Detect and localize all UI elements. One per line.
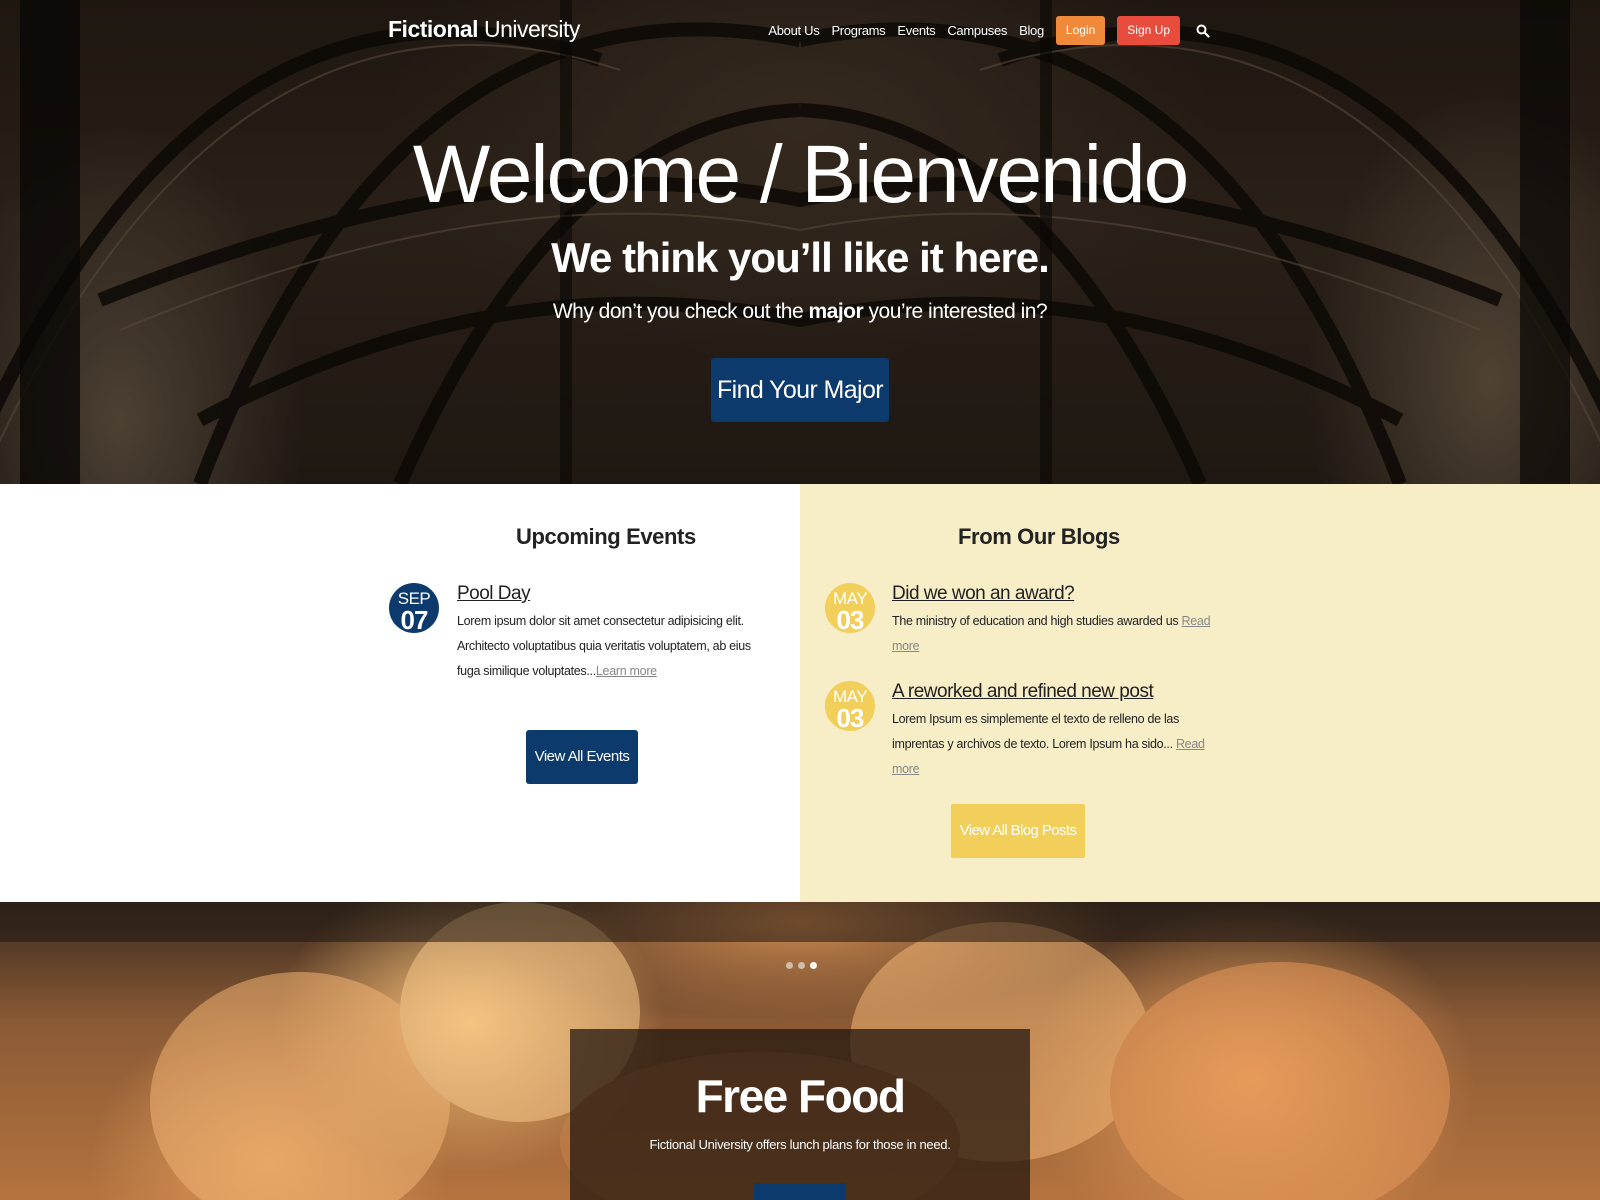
site-logo[interactable]: Fictional University <box>388 16 580 43</box>
blog-excerpt: The ministry of education and high studi… <box>892 609 1212 659</box>
blog-excerpt-text: The ministry of education and high studi… <box>892 614 1182 628</box>
logo-light-text: University <box>483 16 580 42</box>
blogs-section: From Our Blogs MAY 03 Did we won an awar… <box>800 484 1600 902</box>
view-all-blog-posts-button[interactable]: View All Blog Posts <box>951 804 1085 858</box>
main-navigation: About Us Programs Events Campuses Blog L… <box>768 16 1210 45</box>
event-day: 07 <box>400 605 429 635</box>
blog-day: 03 <box>836 703 865 733</box>
event-excerpt: Lorem ipsum dolor sit amet consectetur a… <box>457 609 767 684</box>
events-heading: Upcoming Events <box>516 524 696 549</box>
site-header: Fictional University About Us Programs E… <box>0 0 1600 60</box>
hero-text-before: Why don’t you check out the <box>552 300 809 323</box>
logo-bold-text: Fictional <box>388 16 479 42</box>
slide-title: Free Food <box>695 1070 906 1122</box>
slide-button[interactable] <box>754 1183 846 1200</box>
event-learn-more-link[interactable]: Learn more <box>596 664 657 678</box>
blog-month: MAY <box>832 589 868 608</box>
hero-text-after: you’re interested in? <box>863 300 1048 323</box>
hero-text-bold: major <box>808 300 864 323</box>
blog-excerpt: Lorem Ipsum es simplemente el texto de r… <box>892 707 1212 782</box>
nav-about-us[interactable]: About Us <box>768 23 819 38</box>
event-date-badge[interactable]: SEP 07 <box>389 583 439 633</box>
hero-text: Why don’t you check out the major you’re… <box>0 300 1600 324</box>
hero-section: Fictional University About Us Programs E… <box>0 0 1600 484</box>
blogs-heading: From Our Blogs <box>958 524 1120 549</box>
blog-title-link[interactable]: Did we won an award? <box>892 583 1075 605</box>
blog-title-link[interactable]: A reworked and refined new post <box>892 681 1154 703</box>
slider-dots <box>786 962 817 969</box>
slider-dot-active[interactable] <box>810 962 817 969</box>
slider-dot[interactable] <box>786 962 793 969</box>
event-title-link[interactable]: Pool Day <box>457 583 531 605</box>
view-all-events-button[interactable]: View All Events <box>526 730 638 784</box>
login-button[interactable]: Login <box>1055 16 1106 45</box>
nav-events[interactable]: Events <box>897 23 935 38</box>
blog-month: MAY <box>832 687 868 706</box>
hero-title: Welcome / Bienvenido <box>412 129 1189 220</box>
hero-subtitle: We think you’ll like it here. <box>551 234 1050 281</box>
slide-caption-box: Free Food Fictional University offers lu… <box>570 1029 1030 1200</box>
signup-button[interactable]: Sign Up <box>1117 16 1180 45</box>
blog-date-badge[interactable]: MAY 03 <box>825 583 875 633</box>
find-your-major-button[interactable]: Find Your Major <box>711 358 889 422</box>
event-month: SEP <box>397 589 431 608</box>
slider-dot[interactable] <box>798 962 805 969</box>
nav-blog[interactable]: Blog <box>1019 23 1044 38</box>
nav-programs[interactable]: Programs <box>831 23 885 38</box>
blog-date-badge[interactable]: MAY 03 <box>825 681 875 731</box>
upcoming-events-section: Upcoming Events SEP 07 Pool Day Lorem ip… <box>0 484 800 902</box>
slide-text: Fictional University offers lunch plans … <box>649 1137 951 1152</box>
search-icon[interactable] <box>1196 24 1210 38</box>
blog-excerpt-text: Lorem Ipsum es simplemente el texto de r… <box>892 712 1180 751</box>
blog-day: 03 <box>836 605 865 635</box>
nav-campuses[interactable]: Campuses <box>947 23 1007 38</box>
